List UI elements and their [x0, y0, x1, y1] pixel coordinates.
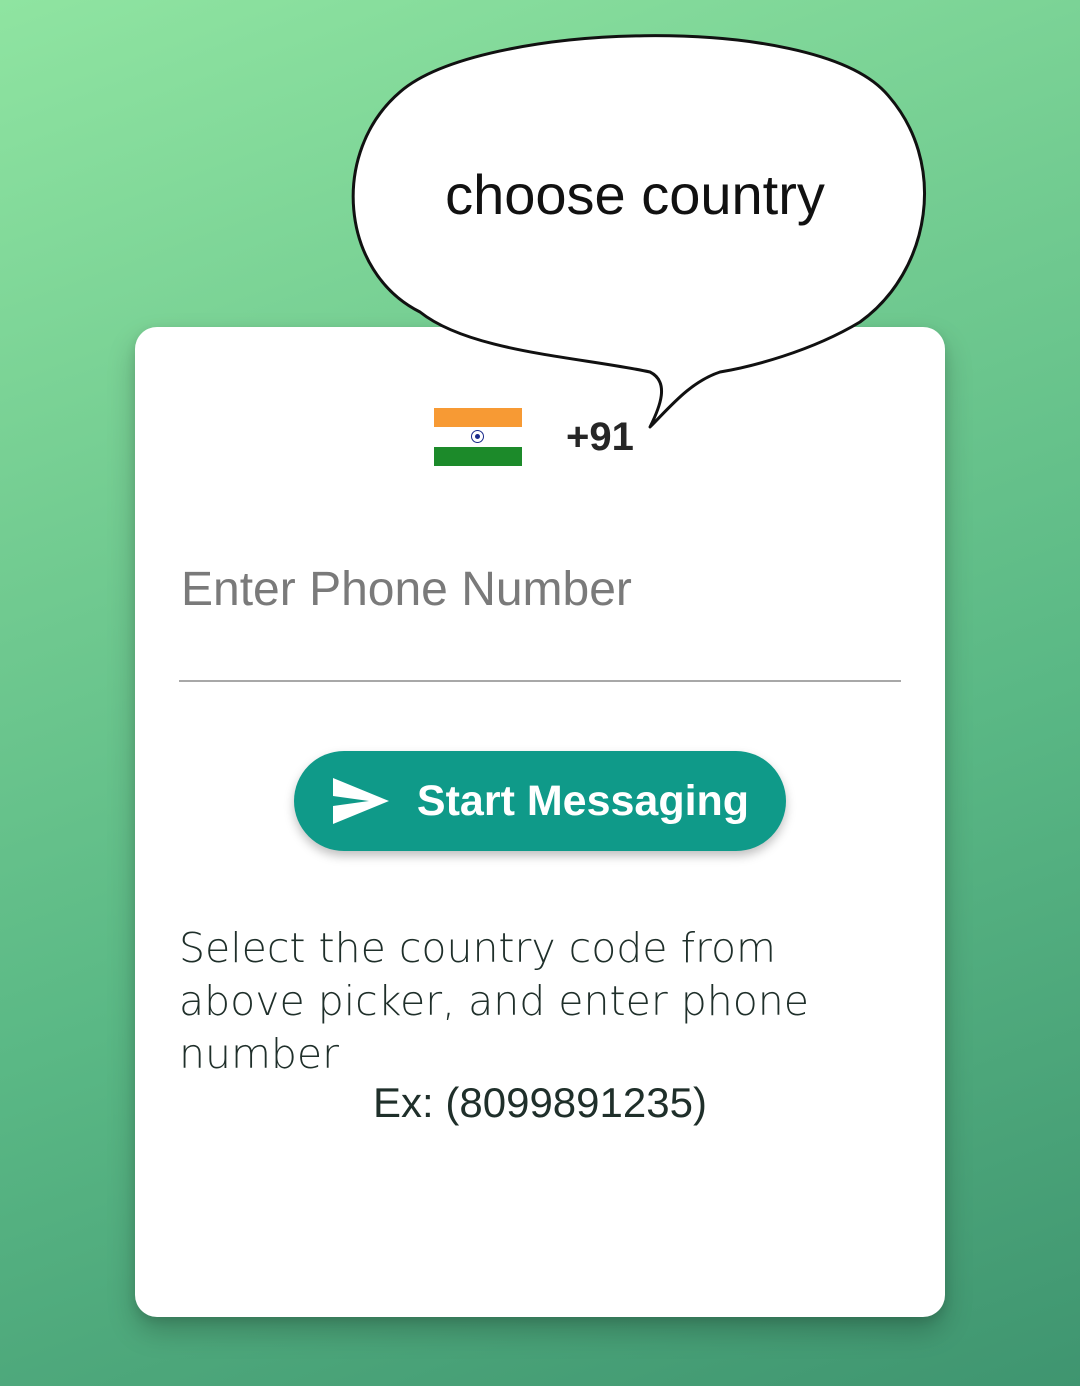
phone-number-placeholder: Enter Phone Number: [181, 563, 632, 616]
tooltip-text: choose country: [445, 163, 825, 226]
example-number: Ex: (8099891235): [373, 1079, 707, 1126]
start-messaging-label: Start Messaging: [416, 776, 750, 825]
phone-number-input[interactable]: Enter Phone Number: [179, 552, 901, 682]
choose-country-tooltip: choose country: [340, 22, 930, 442]
send-icon: [331, 776, 391, 826]
help-text: Select the country code from above picke…: [179, 924, 810, 1078]
start-messaging-button[interactable]: Start Messaging: [294, 751, 786, 851]
form-card: +91 Enter Phone Number Start Messaging S…: [135, 327, 945, 1317]
